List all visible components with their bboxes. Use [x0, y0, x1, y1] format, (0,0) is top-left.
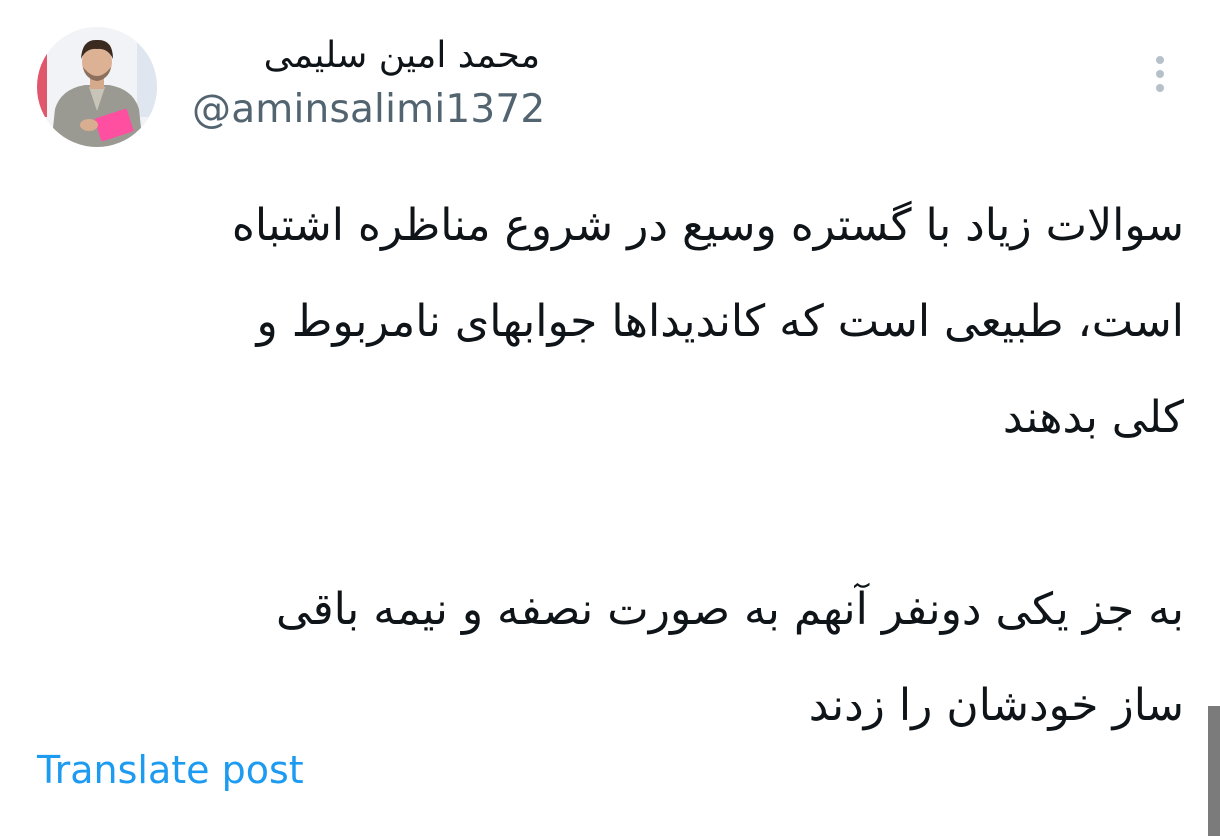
scrollbar[interactable] [1208, 706, 1220, 836]
post-text: سوالات زیاد با گستره وسیع در شروع مناظره… [74, 178, 1184, 754]
post-paragraph: به جز یکی دونفر آنهم به صورت نصفه و نیمه… [74, 562, 1184, 754]
post-paragraph: سوالات زیاد با گستره وسیع در شروع مناظره… [74, 178, 1184, 466]
more-vertical-icon [1156, 56, 1164, 64]
post-line: سوالات زیاد با گستره وسیع در شروع مناظره… [231, 200, 1184, 251]
translate-post-link[interactable]: Translate post [37, 744, 304, 796]
author-display-name[interactable]: محمد امین سلیمی [264, 32, 540, 80]
post-line: به جز یکی دونفر آنهم به صورت نصفه و نیمه… [275, 584, 1184, 635]
author-handle[interactable]: @aminsalimi1372 [192, 84, 545, 136]
more-options-button[interactable] [1142, 50, 1178, 98]
avatar-image [37, 27, 157, 147]
post-line: ساز خودشان را زدند [808, 680, 1184, 731]
post-line: است، طبیعی است که کاندیداها جوابهای نامر… [256, 296, 1184, 347]
avatar[interactable] [37, 27, 157, 147]
more-vertical-icon-dot [1156, 84, 1164, 92]
more-vertical-icon-dot [1156, 70, 1164, 78]
post-line: کلی بدهند [1002, 392, 1184, 443]
